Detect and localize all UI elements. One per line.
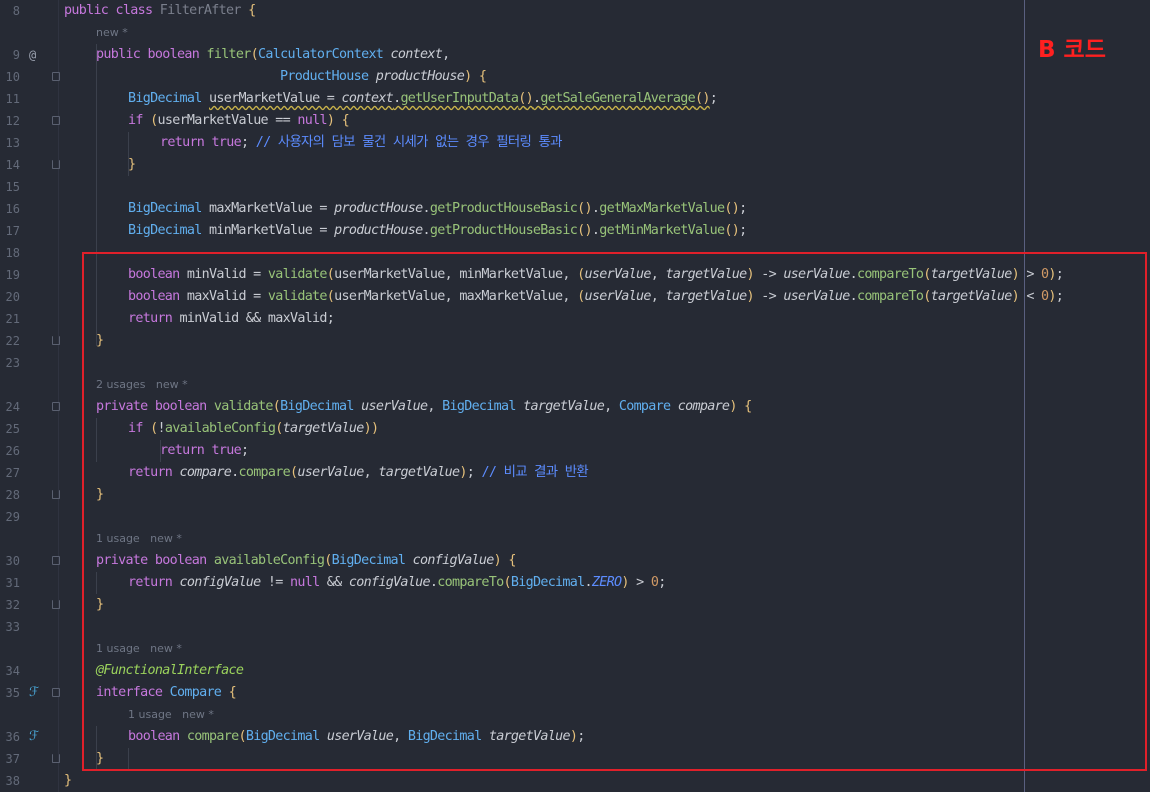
fold-end-icon[interactable]: [52, 754, 60, 763]
line-number: 19: [5, 268, 20, 282]
code-text[interactable]: BigDecimal userMarketValue = context.get…: [128, 88, 718, 110]
code-text[interactable]: BigDecimal minMarketValue = productHouse…: [128, 220, 747, 242]
code-line[interactable]: 11 BigDecimal userMarketValue = context.g…: [0, 88, 1150, 110]
line-number: 24: [5, 400, 20, 414]
line-number: 29: [5, 510, 20, 524]
implementation-run-icon[interactable]: ℱ: [29, 726, 39, 748]
code-line[interactable]: 8 public class FilterAfter {: [0, 0, 1150, 22]
at-sign-icon[interactable]: @: [29, 44, 36, 66]
highlight-box: [82, 252, 1147, 771]
fold-end-icon[interactable]: [52, 336, 60, 345]
code-line[interactable]: 16 BigDecimal maxMarketValue = productHou…: [0, 198, 1150, 220]
code-line[interactable]: 10 ProductHouse productHouse) {: [0, 66, 1150, 88]
line-number: 31: [5, 576, 20, 590]
line-number: 15: [5, 180, 20, 194]
line-number: 34: [5, 664, 20, 678]
code-line[interactable]: 14}: [0, 154, 1150, 176]
line-number: 12: [5, 114, 20, 128]
line-number: 23: [5, 356, 20, 370]
annotation-label: B 코드: [1038, 37, 1106, 63]
line-number: 30: [5, 554, 20, 568]
line-number: 14: [5, 158, 20, 172]
line-number: 26: [5, 444, 20, 458]
fold-icon[interactable]: [52, 556, 60, 565]
implementation-run-icon[interactable]: ℱ: [29, 682, 39, 704]
line-number: 28: [5, 488, 20, 502]
code-text[interactable]: ProductHouse productHouse) {: [280, 66, 487, 88]
fold-icon[interactable]: [52, 116, 60, 125]
code-text[interactable]: BigDecimal maxMarketValue = productHouse…: [128, 198, 747, 220]
line-number: 18: [5, 246, 20, 260]
line-number: 11: [5, 92, 20, 106]
line-number: 10: [5, 70, 20, 84]
line-number: 17: [5, 224, 20, 238]
indent-guide: [128, 132, 129, 176]
code-text[interactable]: public class FilterAfter {: [64, 0, 256, 22]
line-number: 36: [5, 730, 20, 744]
line-number: 21: [5, 312, 20, 326]
line-number: 20: [5, 290, 20, 304]
line-number: 38: [5, 774, 20, 788]
line-number: 16: [5, 202, 20, 216]
fold-icon[interactable]: [52, 72, 60, 81]
fold-end-icon[interactable]: [52, 160, 60, 169]
line-number: 32: [5, 598, 20, 612]
line-number: 9: [12, 48, 20, 62]
code-line[interactable]: 15: [0, 176, 1150, 198]
code-text[interactable]: }: [128, 154, 136, 176]
line-number: 8: [12, 4, 20, 18]
code-line[interactable]: 12 if (userMarketValue == null) {: [0, 110, 1150, 132]
code-line[interactable]: 9 public boolean filter(CalculatorContext…: [0, 44, 1150, 66]
code-text[interactable]: return true; // 사용자의 담보 물건 시세가 없는 경우 필터링…: [160, 132, 562, 154]
fold-end-icon[interactable]: [52, 600, 60, 609]
code-text[interactable]: public boolean filter(CalculatorContext …: [96, 44, 450, 66]
code-line[interactable]: 13 return true; // 사용자의 담보 물건 시세가 없는 경우 필…: [0, 132, 1150, 154]
usage-hint[interactable]: new *: [96, 22, 128, 44]
code-text[interactable]: }: [64, 770, 72, 792]
fold-icon[interactable]: [52, 688, 60, 697]
line-number: 22: [5, 334, 20, 348]
line-number: 33: [5, 620, 20, 634]
line-number: 13: [5, 136, 20, 150]
code-text[interactable]: if (userMarketValue == null) {: [128, 110, 350, 132]
line-number: 37: [5, 752, 20, 766]
code-line[interactable]: 17 BigDecimal minMarketValue = productHou…: [0, 220, 1150, 242]
fold-end-icon[interactable]: [52, 490, 60, 499]
line-number: 27: [5, 466, 20, 480]
fold-icon[interactable]: [52, 402, 60, 411]
line-number: 35: [5, 686, 20, 700]
code-line[interactable]: 38}: [0, 770, 1150, 792]
line-number: 25: [5, 422, 20, 436]
